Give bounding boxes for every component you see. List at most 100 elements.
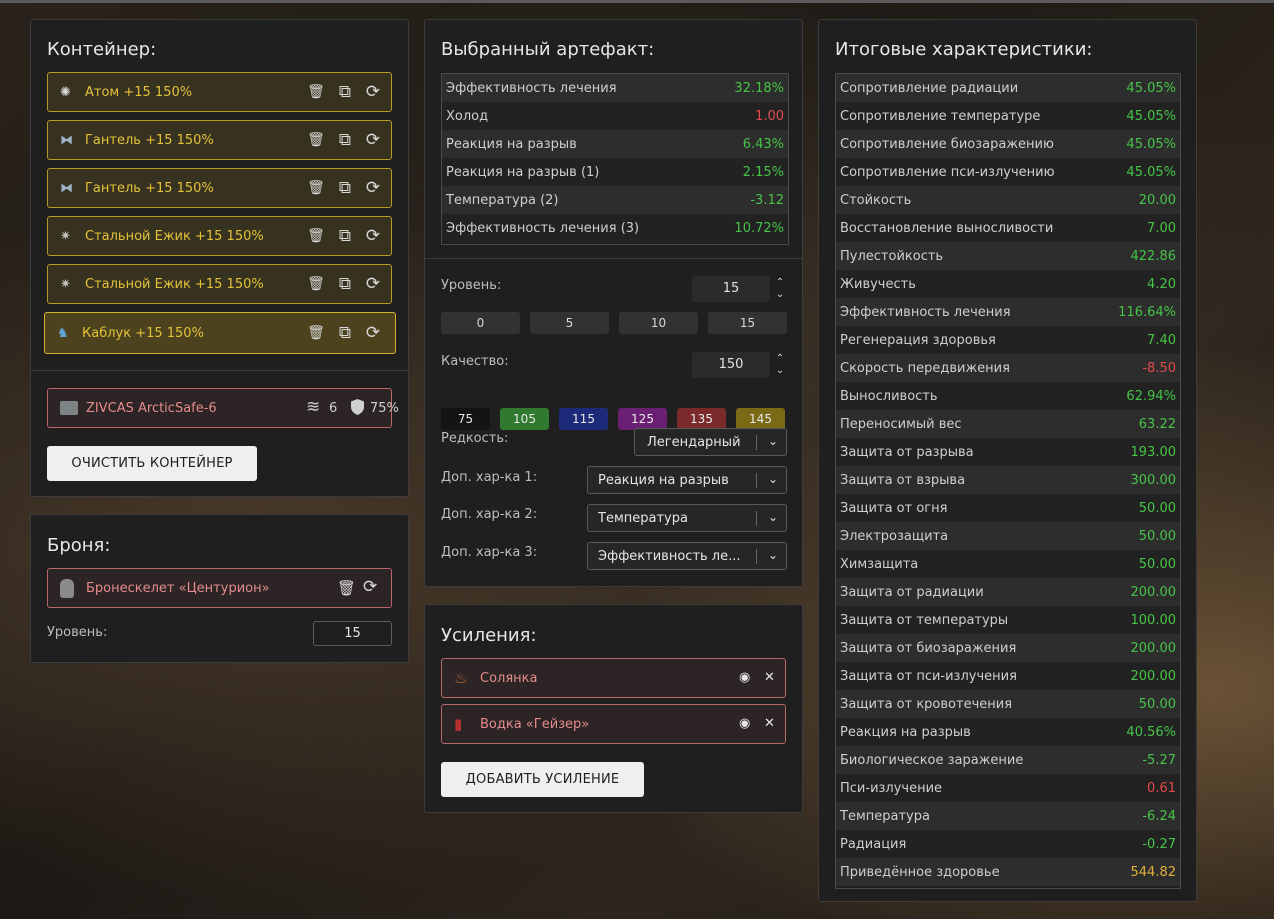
level-down-icon[interactable]: ⌄ xyxy=(774,290,786,300)
container-item[interactable]: ✷ Стальной Ежик +15 150% 🗑 ⧉ ⟳ xyxy=(47,264,392,304)
quality-preset-button[interactable]: 145 xyxy=(736,408,785,430)
swap-icon[interactable]: ⟳ xyxy=(364,275,382,293)
trash-icon[interactable]: 🗑 xyxy=(337,579,356,597)
extra1-separator xyxy=(756,473,757,488)
container-item[interactable]: ⧓ Гантель +15 150% 🗑 ⧉ ⟳ xyxy=(47,120,392,160)
trash-icon[interactable]: 🗑 xyxy=(307,324,325,342)
extra3-label: Доп. хар-ка 3: xyxy=(441,545,538,560)
stat-name: Стойкость xyxy=(836,186,1102,214)
close-icon[interactable]: ✕ xyxy=(764,716,775,731)
stat-value: 422.86 xyxy=(1101,242,1180,270)
stat-row: Сопротивление температуре 45.05% xyxy=(836,102,1180,130)
clear-container-button[interactable]: ОЧИСТИТЬ КОНТЕЙНЕР xyxy=(47,446,257,481)
artifact-level-label: Уровень: xyxy=(441,278,502,293)
quality-down-icon[interactable]: ⌄ xyxy=(774,366,786,376)
swap-icon[interactable]: ⟳ xyxy=(364,324,382,342)
copy-icon[interactable]: ⧉ xyxy=(336,131,354,149)
stat-value: 116.64% xyxy=(1101,298,1180,326)
trash-icon[interactable]: 🗑 xyxy=(307,131,325,149)
quality-input[interactable]: 150 xyxy=(692,352,770,378)
quality-label: Качество: xyxy=(441,354,509,369)
stat-name: Температура (2) xyxy=(442,186,711,214)
window-top-edge xyxy=(0,0,1274,3)
quality-preset-button[interactable]: 115 xyxy=(559,408,608,430)
quality-preset-button[interactable]: 75 xyxy=(441,408,490,430)
level-preset-button[interactable]: 0 xyxy=(441,312,520,334)
trash-icon[interactable]: 🗑 xyxy=(307,227,325,245)
armor-level-input[interactable]: 15 xyxy=(313,621,392,646)
stat-name: Холод xyxy=(442,102,711,130)
stat-row: Сопротивление пси-излучению 45.05% xyxy=(836,158,1180,186)
stat-name: Эффективность лечения xyxy=(442,74,711,102)
armor-label: Бронескелет «Центурион» xyxy=(86,581,270,596)
quality-up-icon[interactable]: ⌃ xyxy=(774,354,786,364)
container-item-label: Стальной Ежик +15 150% xyxy=(85,277,264,292)
level-preset-button[interactable]: 15 xyxy=(708,312,787,334)
stat-name: Сопротивление радиации xyxy=(836,74,1102,102)
copy-icon[interactable]: ⧉ xyxy=(336,275,354,293)
swap-icon[interactable]: ⟳ xyxy=(364,131,382,149)
level-preset-button[interactable]: 5 xyxy=(530,312,609,334)
trash-icon[interactable]: 🗑 xyxy=(307,83,325,101)
trash-icon[interactable]: 🗑 xyxy=(307,275,325,293)
stat-row: Температура -6.24 xyxy=(836,802,1180,830)
container-item-label: Стальной Ежик +15 150% xyxy=(85,229,264,244)
armor-slot[interactable]: Бронескелет «Центурион» 🗑 ⟳ xyxy=(47,568,392,608)
exoskeleton-icon xyxy=(60,579,74,598)
stat-row: Живучесть 4.20 xyxy=(836,270,1180,298)
level-up-icon[interactable]: ⌃ xyxy=(774,278,786,288)
close-icon[interactable]: ✕ xyxy=(764,670,775,685)
artifact-title: Выбранный артефакт: xyxy=(441,39,655,60)
extra3-select[interactable]: Эффективность ле... ⌄ xyxy=(587,542,787,570)
add-boost-button[interactable]: ДОБАВИТЬ УСИЛЕНИЕ xyxy=(441,762,644,797)
stat-value: 200.00 xyxy=(1101,578,1180,606)
level-preset-button[interactable]: 10 xyxy=(619,312,698,334)
stat-row: Стойкость 20.00 xyxy=(836,186,1180,214)
stat-value: -3.12 xyxy=(710,186,788,214)
stat-value: 45.05% xyxy=(1101,74,1180,102)
stat-name: Приведённое здоровье xyxy=(836,858,1102,886)
rarity-select[interactable]: Легендарный ⌄ xyxy=(634,428,787,456)
container-item[interactable]: ⧓ Гантель +15 150% 🗑 ⧉ ⟳ xyxy=(47,168,392,208)
container-item[interactable]: ✺ Атом +15 150% 🗑 ⧉ ⟳ xyxy=(47,72,392,112)
boost-item[interactable]: ▮ Водка «Гейзер» ◉ ✕ xyxy=(441,704,786,744)
extra2-select[interactable]: Температура ⌄ xyxy=(587,504,787,532)
stat-name: Защита от температуры xyxy=(836,606,1102,634)
boost-item[interactable]: ♨ Солянка ◉ ✕ xyxy=(441,658,786,698)
stat-row: Защита от биозаражения 200.00 xyxy=(836,634,1180,662)
stat-name: Скорость передвижения xyxy=(836,354,1102,382)
eye-icon[interactable]: ◉ xyxy=(739,670,750,685)
container-item[interactable]: ♞ Каблук +15 150% 🗑 ⧉ ⟳ xyxy=(44,312,396,354)
swap-icon[interactable]: ⟳ xyxy=(364,227,382,245)
copy-icon[interactable]: ⧉ xyxy=(336,83,354,101)
stat-row: Реакция на разрыв 6.43% xyxy=(442,130,788,158)
steel-hedgehog-icon: ✷ xyxy=(60,229,71,244)
trash-icon[interactable]: 🗑 xyxy=(307,179,325,197)
stat-row: Защита от кровотечения 50.00 xyxy=(836,690,1180,718)
container-item-label: Атом +15 150% xyxy=(85,85,193,100)
stat-name: Выносливость xyxy=(836,382,1102,410)
artifact-level-input[interactable]: 15 xyxy=(692,276,770,302)
stat-name: Защита от биозаражения xyxy=(836,634,1102,662)
stat-value: 45.05% xyxy=(1101,158,1180,186)
swap-icon[interactable]: ⟳ xyxy=(363,577,377,597)
stat-value: 10.72% xyxy=(710,214,788,242)
quality-preset-button[interactable]: 125 xyxy=(618,408,667,430)
extra3-separator xyxy=(756,549,757,564)
swap-icon[interactable]: ⟳ xyxy=(364,83,382,101)
stat-name: Реакция на разрыв xyxy=(442,130,711,158)
swap-icon[interactable]: ⟳ xyxy=(364,179,382,197)
copy-icon[interactable]: ⧉ xyxy=(336,227,354,245)
stat-row: Химзащита 50.00 xyxy=(836,550,1180,578)
container-item[interactable]: ✷ Стальной Ежик +15 150% 🗑 ⧉ ⟳ xyxy=(47,216,392,256)
stat-name: Эффективность лечения xyxy=(836,298,1102,326)
extra1-select[interactable]: Реакция на разрыв ⌄ xyxy=(587,466,787,494)
eye-icon[interactable]: ◉ xyxy=(739,716,750,731)
quality-preset-button[interactable]: 135 xyxy=(677,408,726,430)
stat-name: Эффективность лечения (3) xyxy=(442,214,711,242)
case-slot[interactable]: ZIVCAS ArcticSafe-6 ≋ 6 75% xyxy=(47,388,399,428)
copy-icon[interactable]: ⧉ xyxy=(336,179,354,197)
copy-icon[interactable]: ⧉ xyxy=(336,324,354,342)
stat-value: 63.22 xyxy=(1101,410,1180,438)
quality-preset-button[interactable]: 105 xyxy=(500,408,549,430)
